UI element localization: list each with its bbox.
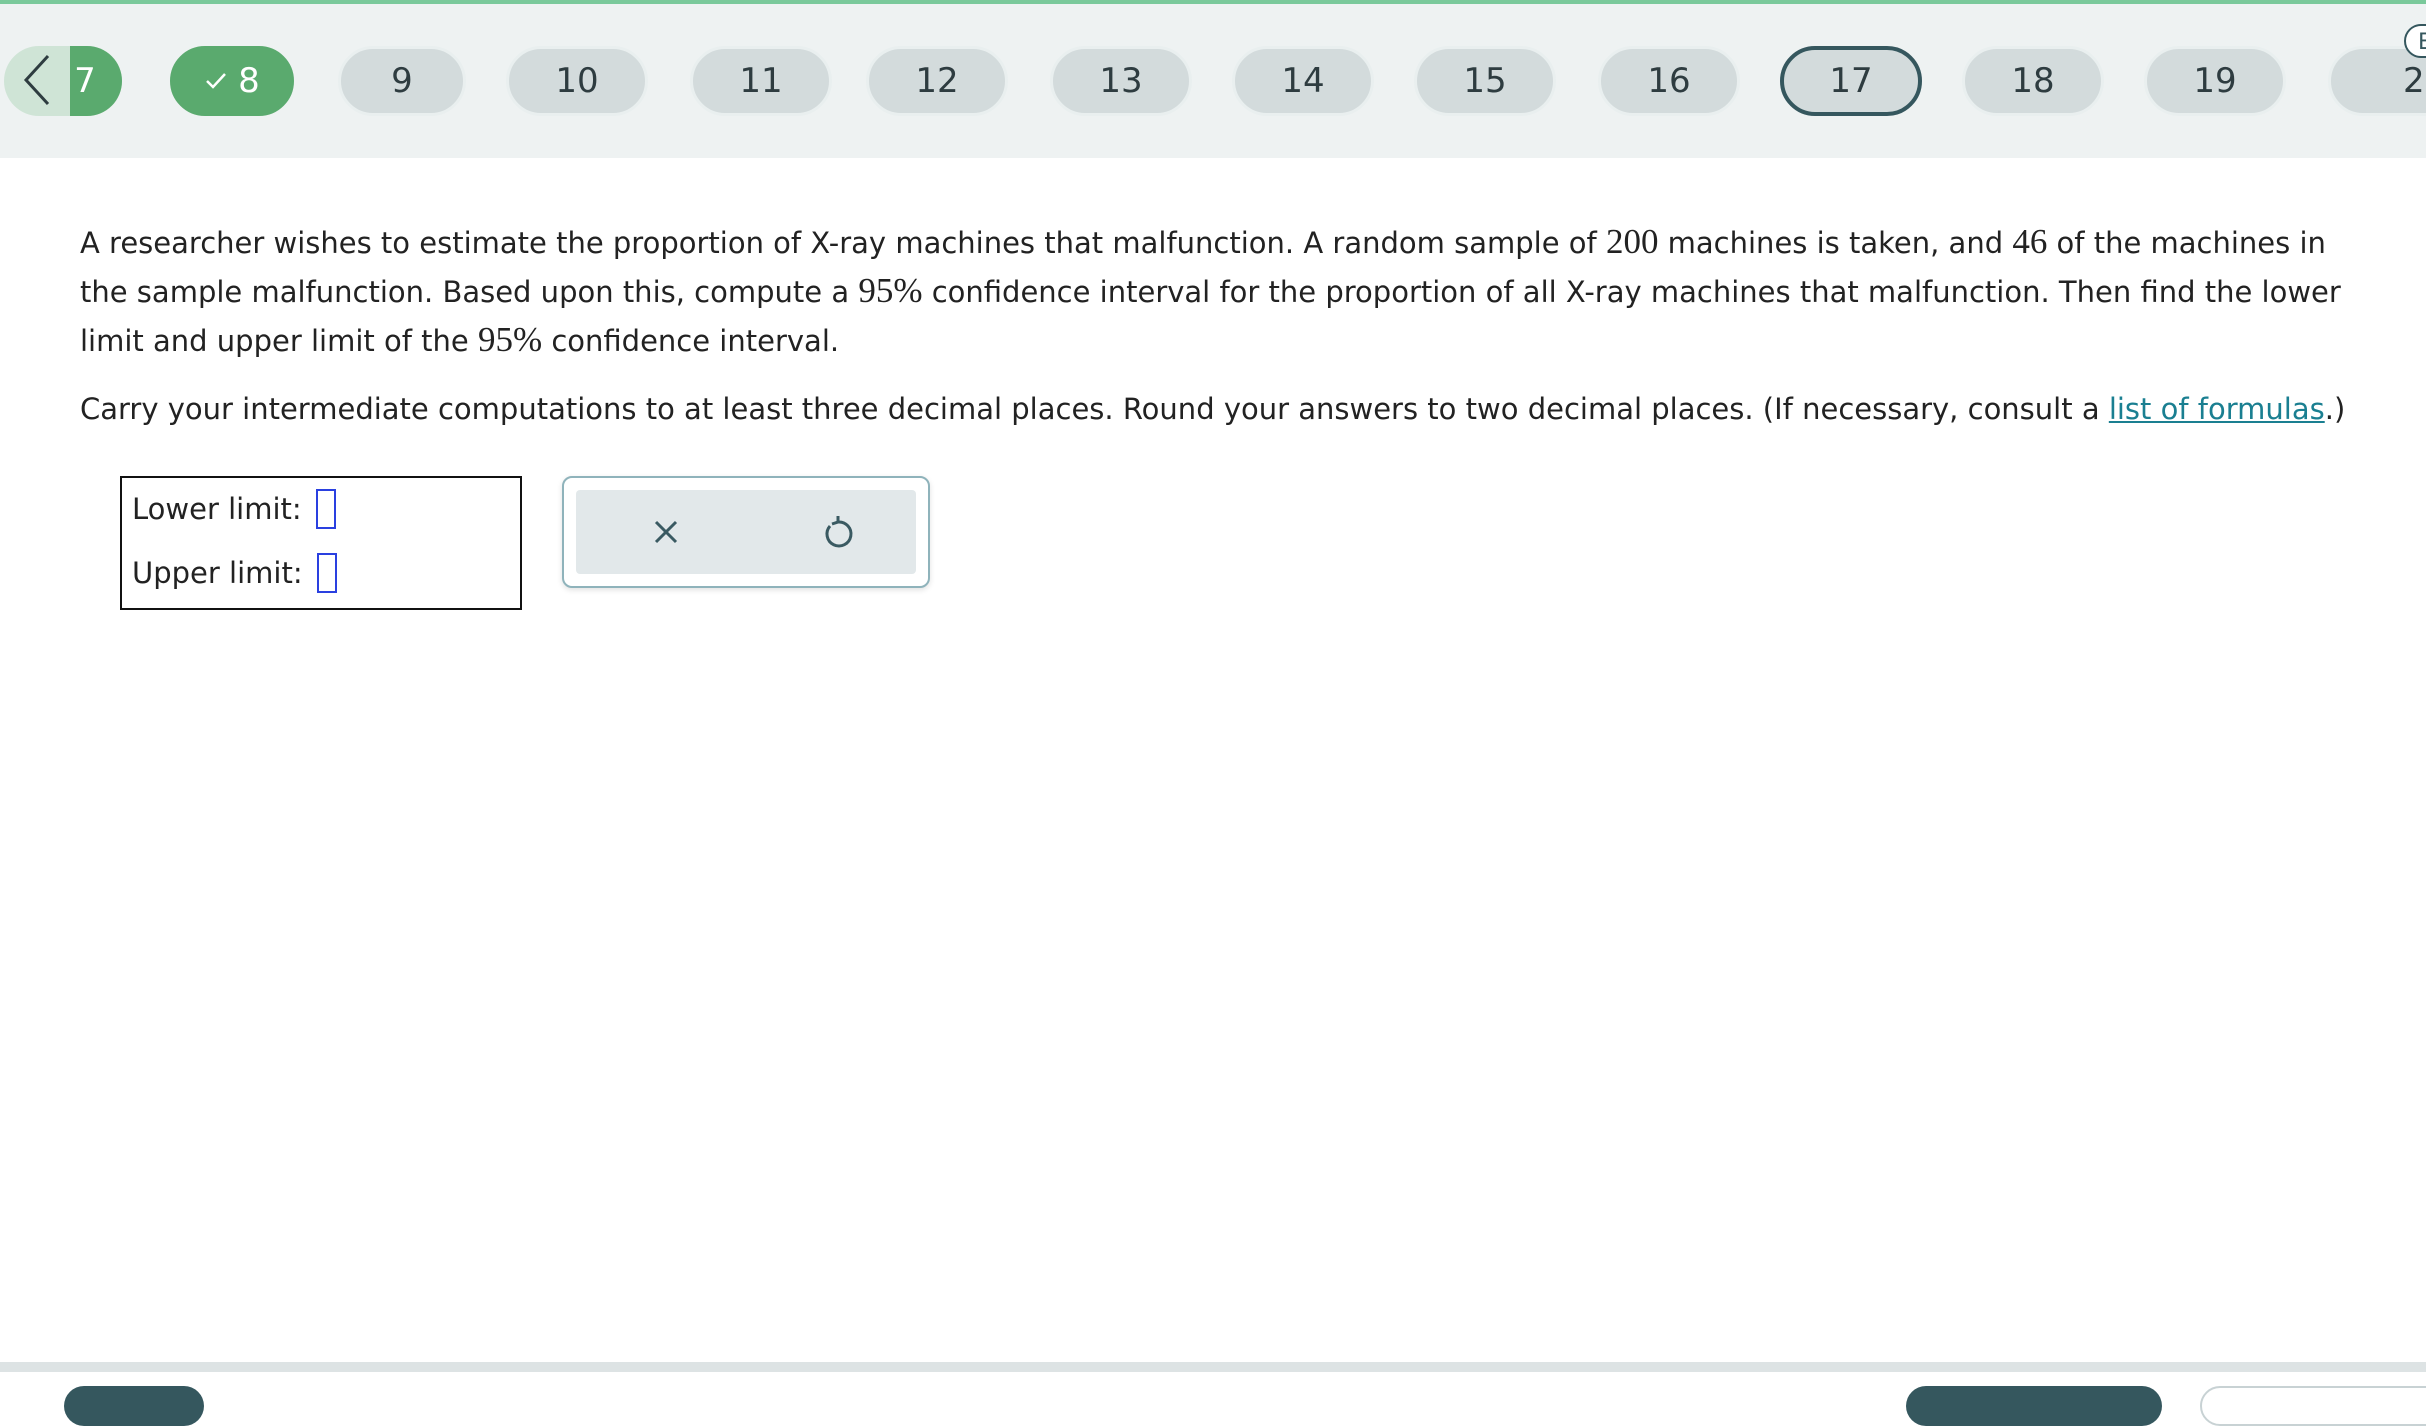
question-pill-label: 13 — [1099, 61, 1143, 101]
question-pill-17-current[interactable]: 17 — [1780, 46, 1922, 116]
question-pill-label: 10 — [555, 61, 599, 101]
sample-size: 200 — [1605, 222, 1659, 261]
undo-icon[interactable] — [816, 510, 860, 554]
upper-limit-label: Upper limit: — [132, 556, 303, 590]
question-pill-label: 20 — [2403, 61, 2426, 101]
answer-box: Lower limit: Upper limit: — [120, 476, 522, 610]
question-pill-label: 19 — [2193, 61, 2237, 101]
tools-background — [576, 490, 916, 574]
question-pill-10[interactable]: 10 — [506, 46, 648, 116]
bottom-secondary-button[interactable] — [2200, 1386, 2426, 1426]
upper-limit-row: Upper limit: — [132, 550, 337, 596]
question-pill-label: 12 — [915, 61, 959, 101]
question-paragraph: A researcher wishes to estimate the prop… — [80, 222, 2341, 359]
question-pill-12[interactable]: 12 — [866, 46, 1008, 116]
question-pill-label: 17 — [1829, 61, 1873, 101]
question-pill-label: 18 — [2011, 61, 2055, 101]
question-pill-15[interactable]: 15 — [1414, 46, 1556, 116]
question-pill-label: 15 — [1463, 61, 1507, 101]
question-pill-20[interactable]: 20 — [2328, 46, 2426, 116]
checkmark-icon — [206, 73, 227, 89]
question-pill-label: 8 — [238, 61, 260, 101]
question-pill-16[interactable]: 16 — [1598, 46, 1740, 116]
question-pill-18[interactable]: 18 — [1962, 46, 2104, 116]
lower-limit-input[interactable] — [315, 489, 336, 529]
previous-question-number: 7 — [74, 61, 96, 101]
previous-question-button[interactable]: 7 — [0, 46, 126, 116]
question-pill-label: 16 — [1647, 61, 1691, 101]
question-pill-13[interactable]: 13 — [1050, 46, 1192, 116]
bottom-primary-button[interactable] — [1906, 1386, 2162, 1426]
bottom-left-button[interactable] — [64, 1386, 204, 1426]
question-text: A researcher wishes to estimate the prop… — [80, 218, 2380, 433]
formulas-link[interactable]: list of formulas — [2109, 392, 2325, 426]
chevron-left-icon — [23, 54, 50, 106]
upper-limit-input[interactable] — [316, 553, 337, 593]
lower-limit-row: Lower limit: — [132, 486, 336, 532]
confidence-level: 95% — [477, 320, 543, 359]
question-pill-label: 9 — [391, 61, 413, 101]
bottom-divider — [0, 1362, 2426, 1372]
instructions-paragraph: Carry your intermediate computations to … — [80, 392, 2346, 426]
answer-tools-panel — [562, 476, 930, 588]
malfunction-count: 46 — [2012, 222, 2048, 261]
question-pill-9[interactable]: 9 — [338, 46, 466, 116]
question-navigation-bar: 7 8 9 10 11 12 13 14 15 16 17 18 19 20 E — [0, 4, 2426, 158]
question-pill-14[interactable]: 14 — [1232, 46, 1374, 116]
question-pill-8[interactable]: 8 — [170, 46, 294, 116]
question-pill-19[interactable]: 19 — [2144, 46, 2286, 116]
close-icon[interactable] — [644, 510, 688, 554]
question-pill-11[interactable]: 11 — [690, 46, 832, 116]
confidence-level: 95% — [858, 271, 923, 310]
question-pill-label: 14 — [1281, 61, 1325, 101]
lower-limit-label: Lower limit: — [132, 492, 302, 526]
question-pill-label: 11 — [739, 61, 783, 101]
